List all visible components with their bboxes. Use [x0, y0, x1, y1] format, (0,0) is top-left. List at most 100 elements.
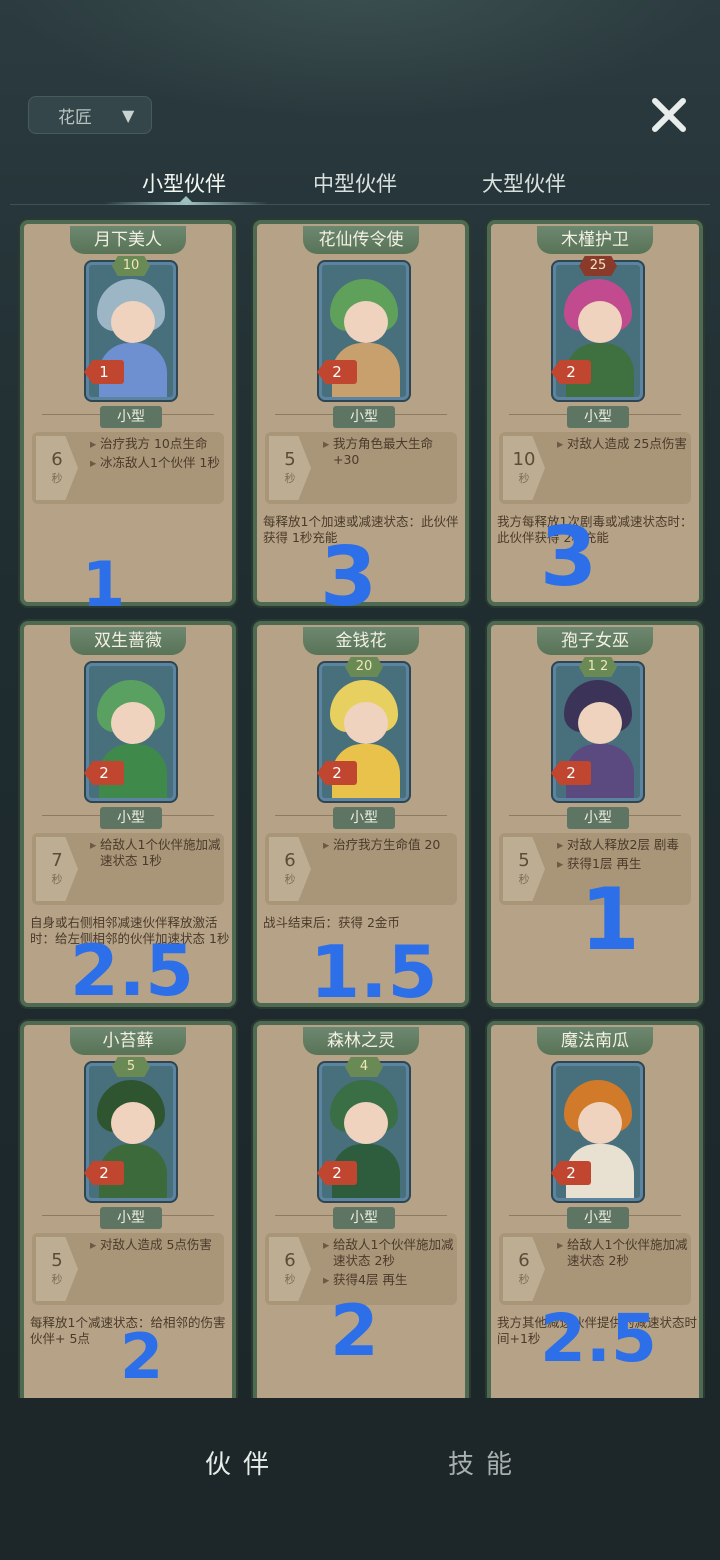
- effect-line: 对敌人造成 25点伤害: [557, 436, 689, 452]
- cooldown-value: 7: [51, 850, 63, 871]
- portrait-face: [111, 301, 155, 343]
- size-tabs: 小型伙伴 中型伙伴 大型伙伴: [0, 160, 720, 208]
- cooldown-unit: 秒: [284, 1273, 296, 1286]
- effect-line: 冰冻敌人1个伙伴 1秒: [90, 455, 222, 471]
- portrait-face: [578, 1102, 622, 1144]
- nav-partners[interactable]: 伙伴: [205, 1444, 281, 1481]
- filter-dropdown[interactable]: 花匠 ▼: [28, 96, 152, 134]
- effect-list: 对敌人释放2层 剧毒获得1层 再生: [557, 837, 689, 875]
- effect-list: 给敌人1个伙伴施加减速状态 2秒获得4层 再生: [323, 1237, 455, 1291]
- cooldown-value: 6: [518, 1250, 530, 1271]
- close-button[interactable]: [646, 92, 692, 138]
- filter-label: 花匠: [58, 107, 92, 128]
- card-description: 自身或右侧相邻减速伙伴释放激活时：给左侧相邻的伙伴加速状态 1秒: [30, 915, 230, 946]
- cooldown-value: 6: [284, 1250, 296, 1271]
- effect-panel: 7 秒 给敌人1个伙伴施加减速状态 1秒: [32, 833, 224, 905]
- card-description: 我方其他减速伙伴提供的减速状态时间+1秒: [497, 1315, 698, 1346]
- cooldown-box: 5 秒: [503, 837, 545, 901]
- card-description: 战斗结束后：获得 2金币: [263, 915, 400, 930]
- size-badge: 小型: [100, 1207, 162, 1229]
- tab-large[interactable]: 大型伙伴: [444, 168, 604, 198]
- cooldown-value: 5: [518, 850, 530, 871]
- card-name: 森林之灵: [303, 1027, 419, 1055]
- cooldown-box: 6 秒: [269, 837, 311, 901]
- size-badge: 小型: [333, 406, 395, 428]
- card-name: 金钱花: [303, 627, 419, 655]
- partner-card[interactable]: 花仙传令使 2 小型 5 秒 我方角色最大生命 +30 每释放1个加速或减速状态…: [253, 220, 469, 606]
- nav-skills[interactable]: 技能: [448, 1444, 524, 1481]
- effect-list: 对敌人造成 5点伤害: [90, 1237, 222, 1256]
- cost-badge: 20: [345, 657, 383, 677]
- partner-card[interactable]: 金钱花 20 2 小型 6 秒 治疗我方生命值 20 战斗结束后：获得 2金币: [253, 621, 469, 1007]
- size-badge: 小型: [100, 406, 162, 428]
- bottom-nav: 伙伴 技能: [0, 1398, 720, 1560]
- effect-line: 我方角色最大生命 +30: [323, 436, 455, 468]
- cooldown-unit: 秒: [284, 472, 296, 485]
- card-description: 我方每释放1次剧毒或减速状态时：此伙伴获得 2秒充能: [497, 514, 693, 545]
- size-badge: 小型: [567, 807, 629, 829]
- partner-card[interactable]: 双生蔷薇 2 小型 7 秒 给敌人1个伙伴施加减速状态 1秒 自身或右侧相邻减速…: [20, 621, 236, 1007]
- portrait-face: [344, 301, 388, 343]
- portrait-face: [578, 702, 622, 744]
- effect-list: 治疗我方生命值 20: [323, 837, 455, 856]
- card-name: 木槿护卫: [537, 226, 653, 254]
- cooldown-unit: 秒: [518, 1273, 530, 1286]
- effect-panel: 5 秒 对敌人造成 5点伤害: [32, 1233, 224, 1305]
- partner-card[interactable]: 孢子女巫 1 2 2 小型 5 秒 对敌人释放2层 剧毒获得1层 再生: [487, 621, 703, 1007]
- cooldown-box: 10 秒: [503, 436, 545, 500]
- portrait-face: [344, 1102, 388, 1144]
- cost-badge: 5: [112, 1057, 150, 1077]
- effect-list: 我方角色最大生命 +30: [323, 436, 455, 471]
- partner-card[interactable]: 森林之灵 4 2 小型 6 秒 给敌人1个伙伴施加减速状态 2秒获得4层 再生: [253, 1021, 469, 1407]
- card-name: 双生蔷薇: [70, 627, 186, 655]
- portrait-face: [111, 702, 155, 744]
- effect-line: 治疗我方生命值 20: [323, 837, 455, 853]
- close-icon: [652, 98, 686, 132]
- cooldown-box: 5 秒: [36, 1237, 78, 1301]
- portrait-face: [111, 1102, 155, 1144]
- partner-card[interactable]: 小苔藓 5 2 小型 5 秒 对敌人造成 5点伤害 每释放1个减速状态：给相邻的…: [20, 1021, 236, 1407]
- cost-badge: 1 2: [579, 657, 617, 677]
- card-name: 魔法南瓜: [537, 1027, 653, 1055]
- tab-medium[interactable]: 中型伙伴: [275, 168, 435, 198]
- card-name: 月下美人: [70, 226, 186, 254]
- effect-panel: 6 秒 治疗我方 10点生命冰冻敌人1个伙伴 1秒: [32, 432, 224, 504]
- size-badge: 小型: [333, 1207, 395, 1229]
- portrait-face: [578, 301, 622, 343]
- size-badge: 小型: [567, 1207, 629, 1229]
- card-name: 小苔藓: [70, 1027, 186, 1055]
- cooldown-unit: 秒: [284, 873, 296, 886]
- cooldown-box: 6 秒: [269, 1237, 311, 1301]
- active-tab-caret: [180, 196, 192, 202]
- size-badge: 小型: [100, 807, 162, 829]
- tab-small[interactable]: 小型伙伴: [104, 168, 264, 198]
- effect-panel: 6 秒 治疗我方生命值 20: [265, 833, 457, 905]
- cooldown-unit: 秒: [51, 1273, 63, 1286]
- effect-line: 获得1层 再生: [557, 856, 689, 872]
- cooldown-unit: 秒: [51, 873, 63, 886]
- cooldown-value: 5: [51, 1250, 63, 1271]
- partner-card[interactable]: 魔法南瓜 2 小型 6 秒 给敌人1个伙伴施加减速状态 2秒 我方其他减速伙伴提…: [487, 1021, 703, 1407]
- effect-list: 给敌人1个伙伴施加减速状态 1秒: [90, 837, 222, 872]
- effect-line: 治疗我方 10点生命: [90, 436, 222, 452]
- cooldown-box: 5 秒: [269, 436, 311, 500]
- effect-list: 对敌人造成 25点伤害: [557, 436, 689, 455]
- partner-card[interactable]: 月下美人 10 1 小型 6 秒 治疗我方 10点生命冰冻敌人1个伙伴 1秒: [20, 220, 236, 606]
- effect-line: 给敌人1个伙伴施加减速状态 1秒: [90, 837, 222, 869]
- effect-line: 对敌人造成 5点伤害: [90, 1237, 222, 1253]
- cooldown-unit: 秒: [51, 472, 63, 485]
- effect-panel: 10 秒 对敌人造成 25点伤害: [499, 432, 691, 504]
- partner-card[interactable]: 木槿护卫 25 2 小型 10 秒 对敌人造成 25点伤害 我方每释放1次剧毒或…: [487, 220, 703, 606]
- card-description: 每释放1个加速或减速状态：此伙伴获得 1秒充能: [263, 514, 459, 545]
- effect-line: 对敌人释放2层 剧毒: [557, 837, 689, 853]
- cooldown-unit: 秒: [518, 472, 530, 485]
- portrait-face: [344, 702, 388, 744]
- size-badge: 小型: [333, 807, 395, 829]
- active-tab-underline: [104, 202, 268, 205]
- effect-panel: 6 秒 给敌人1个伙伴施加减速状态 2秒: [499, 1233, 691, 1305]
- size-badge: 小型: [567, 406, 629, 428]
- effect-line: 获得4层 再生: [323, 1272, 455, 1288]
- cooldown-unit: 秒: [518, 873, 530, 886]
- cooldown-box: 6 秒: [36, 436, 78, 500]
- cooldown-box: 6 秒: [503, 1237, 545, 1301]
